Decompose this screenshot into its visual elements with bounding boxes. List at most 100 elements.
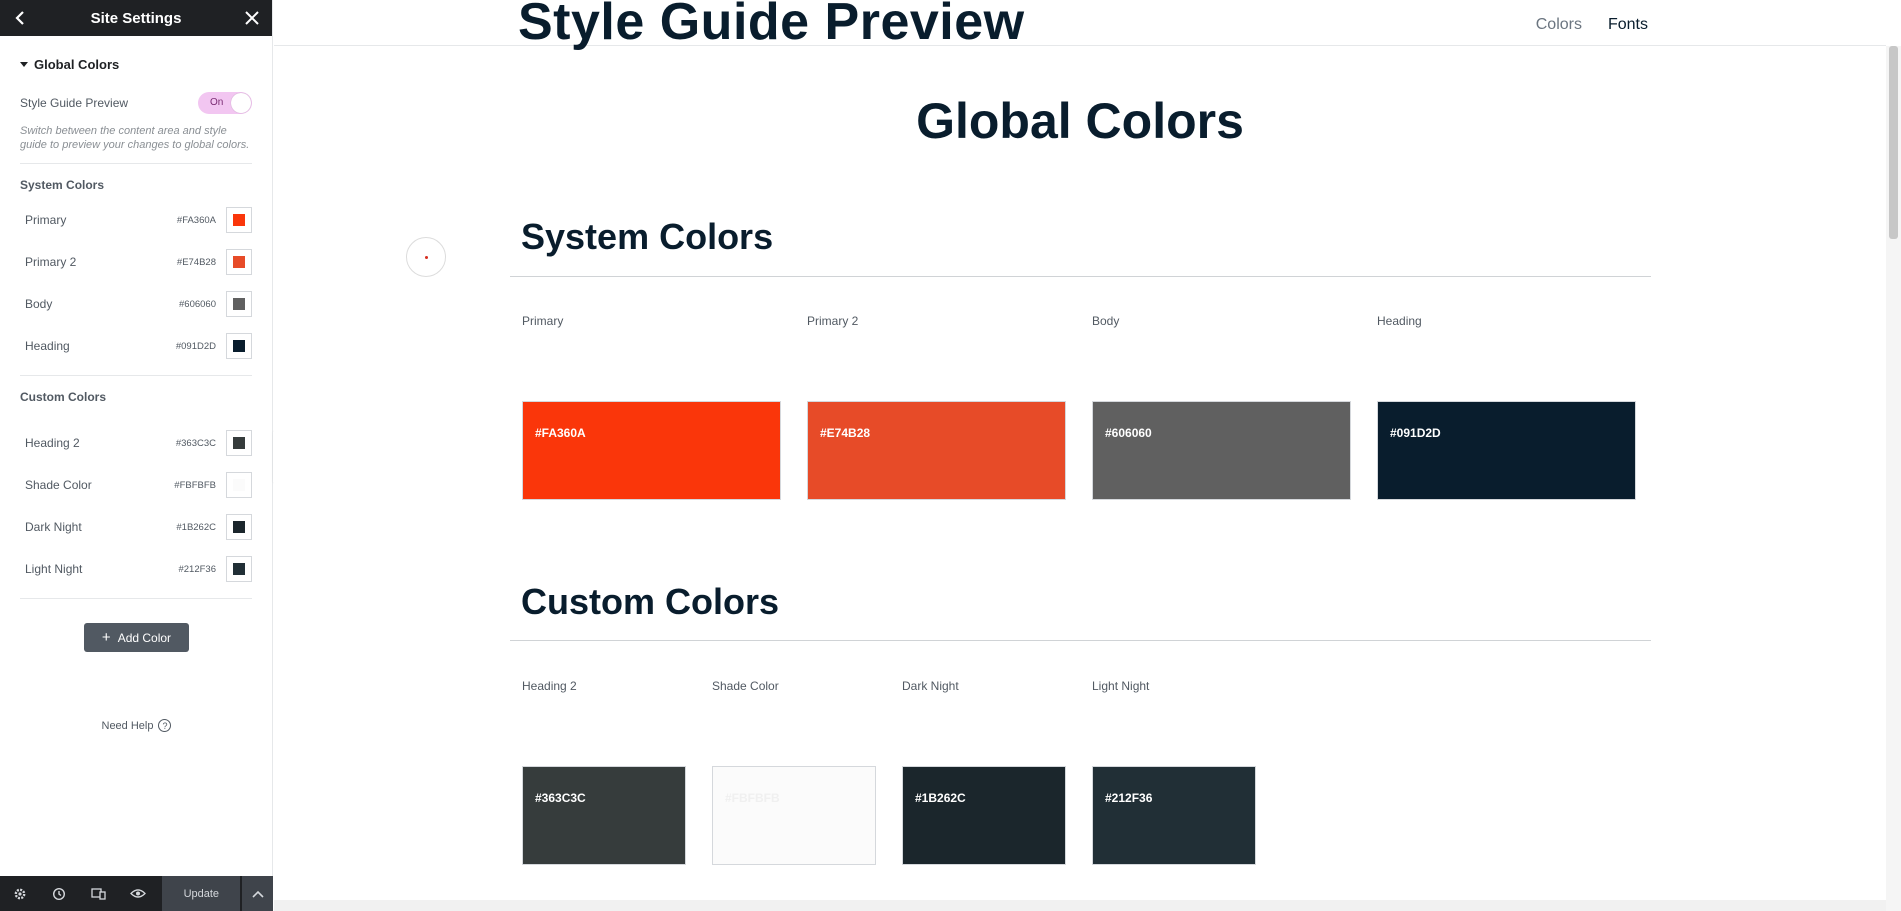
chevron-up-icon	[252, 890, 264, 898]
add-color-button[interactable]: + Add Color	[84, 623, 189, 652]
color-swatch[interactable]: #E74B28	[807, 401, 1066, 500]
vertical-scrollbar[interactable]	[1886, 46, 1901, 911]
swatch-hex: #606060	[1105, 426, 1152, 440]
divider	[20, 375, 252, 376]
responsive-mode-button[interactable]	[79, 876, 119, 911]
swatch-label: Light Night	[1092, 679, 1150, 693]
color-name: Heading 2	[25, 436, 80, 450]
swatch-hex: #363C3C	[535, 791, 586, 805]
color-row-primary-2[interactable]: Primary 2 #E74B28	[0, 241, 272, 283]
color-row-primary[interactable]: Primary #FA360A	[0, 199, 272, 241]
color-chip	[233, 340, 245, 352]
global-colors-section-toggle[interactable]: Global Colors	[0, 36, 272, 92]
swatch-hex: #FA360A	[535, 426, 586, 440]
color-chip	[233, 479, 245, 491]
responsive-icon	[91, 888, 107, 900]
swatch-label: Heading	[1377, 314, 1422, 328]
horizontal-scrollbar[interactable]	[274, 900, 1886, 911]
section-divider	[510, 640, 1651, 641]
section-title: Global Colors	[34, 56, 120, 72]
color-name: Primary 2	[25, 255, 77, 269]
color-swatch[interactable]: #212F36	[1092, 766, 1256, 865]
toggle-state-label: On	[210, 97, 224, 108]
update-button[interactable]: Update	[162, 876, 241, 911]
toggle-knob	[231, 93, 251, 113]
nav-fonts[interactable]: Fonts	[1608, 16, 1648, 34]
swatch-hex: #E74B28	[820, 426, 871, 440]
swatch-hex: #FBFBFB	[725, 791, 780, 805]
section-divider	[510, 276, 1651, 277]
color-swatch[interactable]: #091D2D	[1377, 401, 1636, 500]
swatch-label: Body	[1092, 314, 1120, 328]
color-picker-button[interactable]	[226, 430, 252, 456]
color-swatch[interactable]: #FBFBFB	[712, 766, 876, 865]
color-chip	[233, 521, 245, 533]
color-name: Body	[25, 297, 53, 311]
color-name: Shade Color	[25, 478, 92, 492]
color-row-shade-color[interactable]: Shade Color #FBFBFB	[0, 464, 272, 506]
preview-button[interactable]	[119, 876, 159, 911]
color-name: Primary	[25, 213, 67, 227]
swatch-label: Dark Night	[902, 679, 959, 693]
swatch-label: Shade Color	[712, 679, 779, 693]
color-swatch[interactable]: #FA360A	[522, 401, 781, 500]
spinner-dot	[425, 256, 428, 259]
caret-down-icon	[20, 61, 28, 67]
panel-footer: Update	[0, 876, 274, 911]
color-name: Light Night	[25, 562, 83, 576]
color-picker-button[interactable]	[226, 207, 252, 233]
color-picker-button[interactable]	[226, 333, 252, 359]
style-guide-preview-row: Style Guide Preview On	[0, 92, 272, 114]
color-chip	[233, 298, 245, 310]
style-guide-preview: Style Guide Preview Colors Fonts Global …	[274, 0, 1901, 911]
custom-colors-title: Custom Colors	[20, 390, 107, 404]
color-chip	[233, 214, 245, 226]
color-swatch[interactable]: #1B262C	[902, 766, 1066, 865]
color-picker-button[interactable]	[226, 291, 252, 317]
scrollbar-thumb[interactable]	[1889, 46, 1898, 239]
style-guide-preview-label: Style Guide Preview	[20, 96, 129, 110]
chevron-left-icon	[15, 11, 24, 25]
gear-icon	[14, 888, 26, 899]
color-swatch[interactable]: #363C3C	[522, 766, 686, 865]
plus-icon: +	[101, 628, 111, 646]
settings-button[interactable]	[0, 876, 40, 911]
back-button[interactable]	[0, 0, 40, 36]
custom-colors-list: Heading 2 #363C3C Shade Color #FBFBFB Dark N…	[0, 422, 272, 590]
preview-header: Style Guide Preview Colors Fonts	[274, 0, 1886, 51]
loading-spinner	[406, 237, 446, 277]
close-icon	[245, 11, 259, 25]
color-row-heading-2[interactable]: Heading 2 #363C3C	[0, 422, 272, 464]
color-chip	[233, 256, 245, 268]
color-row-body[interactable]: Body #606060	[0, 283, 272, 325]
color-picker-button[interactable]	[226, 249, 252, 275]
close-button[interactable]	[232, 0, 272, 36]
help-circle-icon: ?	[158, 719, 172, 732]
color-hex: #212F36	[178, 563, 216, 575]
swatch-label: Primary	[522, 314, 564, 328]
nav-colors[interactable]: Colors	[1536, 16, 1582, 34]
color-picker-button[interactable]	[226, 514, 252, 540]
color-chip	[233, 563, 245, 575]
swatch-label: Primary 2	[807, 314, 859, 328]
divider	[20, 598, 252, 599]
history-button[interactable]	[40, 876, 80, 911]
color-picker-button[interactable]	[226, 556, 252, 582]
need-help-link[interactable]: Need Help ?	[0, 719, 273, 732]
update-options-button[interactable]	[241, 876, 274, 911]
need-help-label: Need Help	[101, 719, 154, 732]
global-colors-heading: Global Colors	[916, 93, 1244, 149]
panel-header: Site Settings	[0, 0, 272, 36]
color-hex: #091D2D	[175, 340, 216, 352]
divider	[20, 163, 252, 164]
add-color-label: Add Color	[117, 630, 172, 645]
color-hex: #FA360A	[176, 214, 216, 226]
swatch-hex: #091D2D	[1390, 426, 1441, 440]
style-guide-preview-toggle[interactable]: On	[198, 92, 252, 114]
color-row-light-night[interactable]: Light Night #212F36	[0, 548, 272, 590]
color-swatch[interactable]: #606060	[1092, 401, 1351, 500]
color-picker-button[interactable]	[226, 472, 252, 498]
color-row-dark-night[interactable]: Dark Night #1B262C	[0, 506, 272, 548]
eye-icon	[130, 889, 147, 898]
color-row-heading[interactable]: Heading #091D2D	[0, 325, 272, 367]
